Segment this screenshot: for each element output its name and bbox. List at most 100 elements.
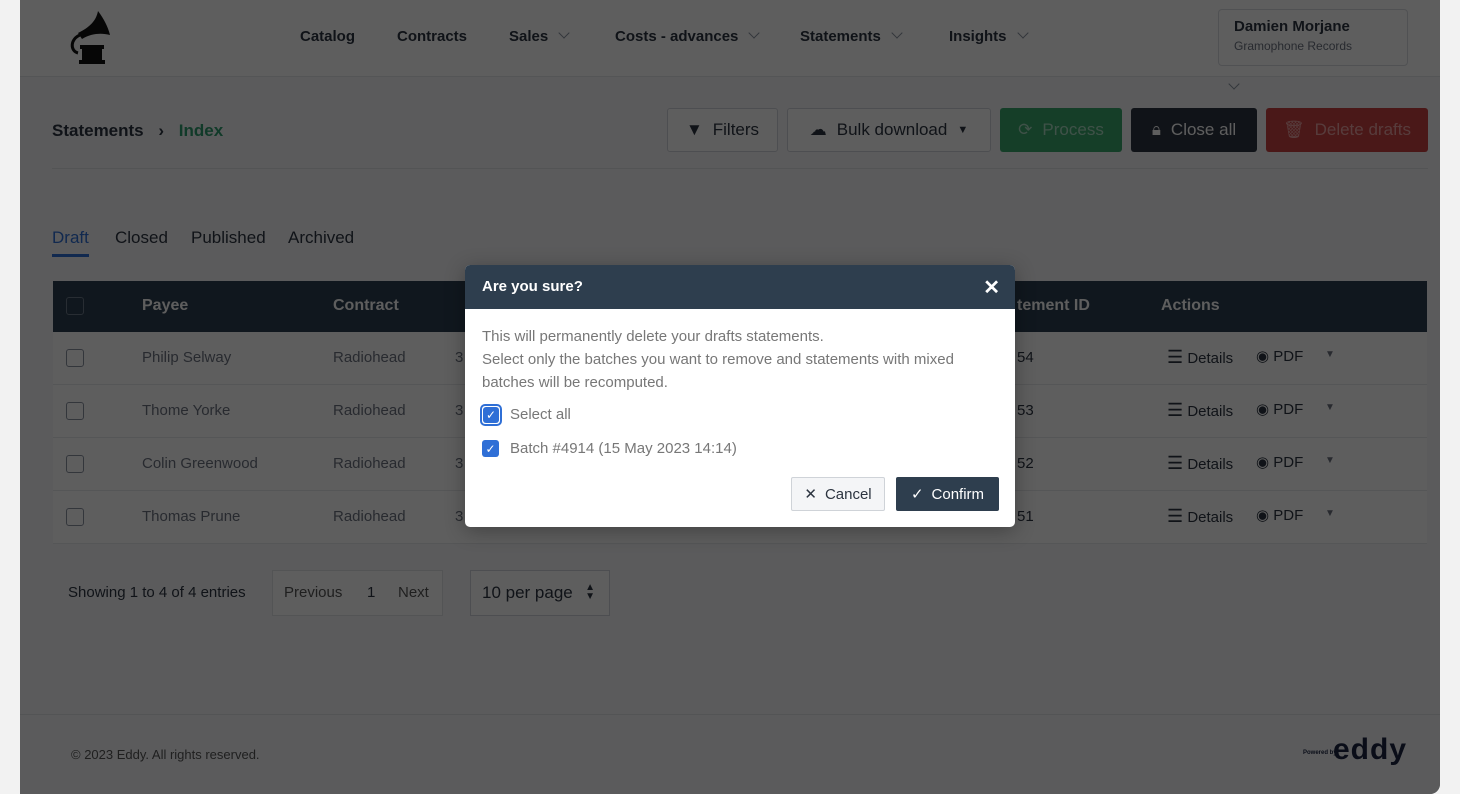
caret-down-icon[interactable]: ▼ <box>1325 402 1335 413</box>
row-checkbox[interactable] <box>66 508 84 526</box>
trash-icon: 🗑︎ <box>1283 120 1305 139</box>
nav-insights[interactable]: Insights <box>949 27 1029 45</box>
batch-label: Batch #4914 (15 May 2023 14:14) <box>510 440 737 457</box>
details-label: Details <box>1187 403 1234 420</box>
list-icon: ☰ <box>1167 400 1184 420</box>
chevron-right-icon: › <box>158 121 165 140</box>
message-line: This will permanently delete your drafts… <box>482 328 824 345</box>
user-menu[interactable]: Damien Morjane Gramophone Records <box>1218 9 1408 90</box>
button-label: Confirm <box>931 485 985 503</box>
statement-id-cell: 53 <box>1017 402 1034 419</box>
delete-drafts-button[interactable]: 🗑︎ Delete drafts <box>1266 108 1428 152</box>
caret-down-icon[interactable]: ▼ <box>1325 508 1335 519</box>
refresh-icon: ⟳ <box>1018 120 1033 139</box>
pdf-button[interactable]: ◉ PDF <box>1256 453 1303 471</box>
nav-statements[interactable]: Statements <box>800 27 903 45</box>
process-button[interactable]: ⟳ Process <box>1000 108 1122 152</box>
nav-contracts[interactable]: Contracts <box>397 28 467 45</box>
select-all-checkbox[interactable]: ✓ <box>480 404 502 426</box>
nav-costs-advances[interactable]: Costs - advances <box>615 27 761 45</box>
statement-id-cell: 54 <box>1017 349 1034 366</box>
per-page-value: 10 per page <box>482 583 573 602</box>
cell: 3 <box>455 402 464 419</box>
cancel-button[interactable]: ✕ Cancel <box>791 477 885 511</box>
button-label: Delete drafts <box>1314 120 1411 139</box>
modal-message: This will permanently delete your drafts… <box>482 325 992 394</box>
tab-draft[interactable]: Draft <box>52 228 89 257</box>
breadcrumb-parent[interactable]: Statements <box>52 121 144 140</box>
chevron-down-icon <box>891 27 903 39</box>
select-all-checkbox[interactable] <box>66 297 84 315</box>
confirm-delete-modal: Are you sure? ✕ This will permanently de… <box>465 265 1015 527</box>
footer-divider <box>20 714 1440 715</box>
list-icon: ☰ <box>1167 347 1184 367</box>
contract-cell: Radiohead <box>333 402 406 419</box>
close-all-button[interactable]: 🔒︎ Close all <box>1131 108 1257 152</box>
pdf-label: PDF <box>1273 507 1304 524</box>
tab-published[interactable]: Published <box>191 228 266 248</box>
col-payee: Payee <box>142 297 189 314</box>
confirm-button[interactable]: ✓ Confirm <box>896 477 999 511</box>
details-label: Details <box>1187 456 1234 473</box>
row-checkbox[interactable] <box>66 349 84 367</box>
button-label: Filters <box>712 120 760 139</box>
eye-icon: ◉ <box>1256 507 1270 524</box>
nav-catalog[interactable]: Catalog <box>300 28 355 45</box>
details-label: Details <box>1187 350 1234 367</box>
row-checkbox[interactable] <box>66 402 84 420</box>
gramophone-logo <box>70 11 110 64</box>
app-window: Catalog Contracts Sales Costs - advances… <box>20 0 1440 794</box>
caret-down-icon[interactable]: ▼ <box>1325 455 1335 466</box>
message-line: Select only the batches you want to remo… <box>482 351 954 391</box>
lock-icon: 🔒︎ <box>1151 120 1161 139</box>
payee-cell: Thomas Prune <box>142 508 241 525</box>
pdf-button[interactable]: ◉ PDF <box>1256 400 1303 418</box>
company-name: Gramophone Records <box>1234 39 1353 53</box>
statement-id-cell: 52 <box>1017 455 1034 472</box>
row-checkbox[interactable] <box>66 455 84 473</box>
details-link[interactable]: ☰ Details <box>1167 453 1233 474</box>
contract-cell: Radiohead <box>333 349 406 366</box>
page-1-button[interactable]: 1 <box>367 584 375 601</box>
close-icon[interactable]: ✕ <box>983 275 1000 300</box>
pdf-button[interactable]: ◉ PDF <box>1256 506 1303 524</box>
col-contract: Contract <box>333 297 399 314</box>
tab-closed[interactable]: Closed <box>115 228 168 248</box>
breadcrumb: Statements › Index <box>52 121 223 141</box>
button-label: Bulk download <box>836 120 948 139</box>
pdf-label: PDF <box>1273 348 1304 365</box>
payee-cell: Colin Greenwood <box>142 455 258 472</box>
col-actions: Actions <box>1161 297 1220 314</box>
nav-sales[interactable]: Sales <box>509 27 570 45</box>
filter-icon: ▼ <box>685 120 703 139</box>
details-link[interactable]: ☰ Details <box>1167 400 1233 421</box>
caret-down-icon[interactable]: ▼ <box>1325 349 1335 360</box>
next-button[interactable]: Next <box>398 584 429 601</box>
eye-icon: ◉ <box>1256 454 1270 471</box>
filters-button[interactable]: ▼ Filters <box>667 108 778 152</box>
user-name: Damien Morjane <box>1234 18 1350 35</box>
bulk-download-button[interactable]: ☁ Bulk download ▼ <box>787 108 991 152</box>
eye-icon: ◉ <box>1256 348 1270 365</box>
nav-label: Costs - advances <box>615 28 739 45</box>
tab-archived[interactable]: Archived <box>288 228 354 248</box>
details-link[interactable]: ☰ Details <box>1167 347 1233 368</box>
pdf-label: PDF <box>1273 454 1304 471</box>
per-page-select[interactable]: 10 per page ▲ ▼ <box>470 570 610 616</box>
eddy-logo: eddy <box>1333 733 1408 766</box>
cloud-download-icon: ☁ <box>809 120 827 139</box>
button-label: Close all <box>1170 120 1237 139</box>
chevron-down-icon <box>558 27 570 39</box>
pdf-button[interactable]: ◉ PDF <box>1256 347 1303 365</box>
cell: 3 <box>455 508 464 525</box>
chevron-down-icon <box>1016 27 1029 39</box>
check-icon: ✓ <box>485 441 496 456</box>
pdf-label: PDF <box>1273 401 1304 418</box>
top-header: Catalog Contracts Sales Costs - advances… <box>20 0 1440 90</box>
divider <box>52 168 1428 169</box>
entries-info: Showing 1 to 4 of 4 entries <box>68 584 246 601</box>
details-label: Details <box>1187 509 1234 526</box>
details-link[interactable]: ☰ Details <box>1167 506 1233 527</box>
batch-checkbox[interactable]: ✓ <box>482 440 499 457</box>
previous-button[interactable]: Previous <box>284 584 342 601</box>
